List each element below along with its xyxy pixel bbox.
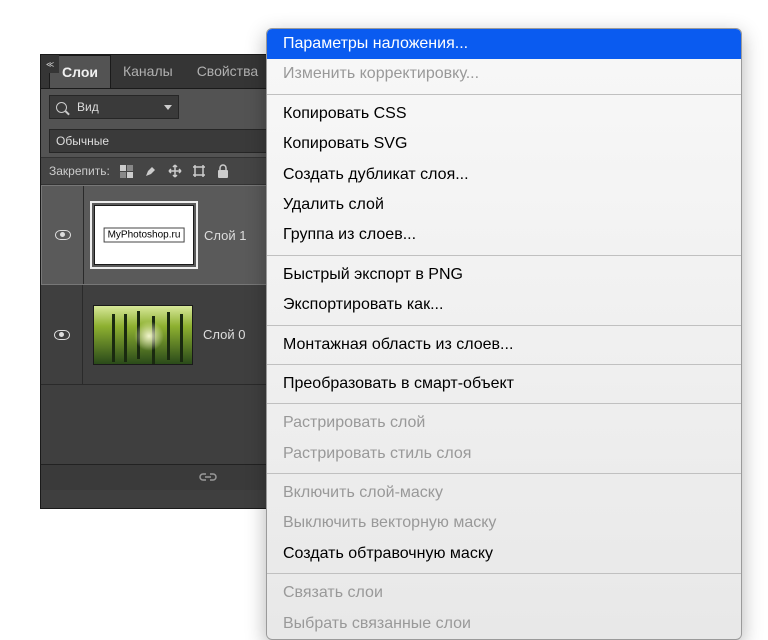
filter-label: Вид [77, 100, 99, 114]
chevron-down-icon [164, 105, 172, 110]
lock-artboard-icon[interactable] [192, 164, 206, 178]
layer-visibility-toggle[interactable] [41, 285, 83, 384]
blend-mode-value: Обычные [56, 134, 109, 148]
menu-item[interactable]: Быстрый экспорт в PNG [267, 260, 741, 290]
menu-separator [267, 573, 741, 574]
menu-item: Связать слои [267, 578, 741, 608]
lock-move-icon[interactable] [168, 164, 182, 178]
layer-thumbnail[interactable]: MyPhotoshop.ru [94, 205, 194, 265]
layer-visibility-toggle[interactable] [42, 186, 84, 284]
menu-separator [267, 325, 741, 326]
menu-item: Выключить векторную маску [267, 508, 741, 538]
menu-item[interactable]: Создать дубликат слоя... [267, 160, 741, 190]
lock-label: Закрепить: [49, 164, 110, 178]
menu-item[interactable]: Создать обтравочную маску [267, 539, 741, 569]
menu-item: Включить слой-маску [267, 478, 741, 508]
layer-context-menu: Параметры наложения...Изменить корректир… [266, 28, 742, 640]
layer-thumbnail[interactable] [93, 305, 193, 365]
menu-item[interactable]: Группа из слоев... [267, 220, 741, 250]
menu-separator [267, 403, 741, 404]
thumb-text: MyPhotoshop.ru [104, 228, 185, 243]
menu-separator [267, 94, 741, 95]
menu-separator [267, 255, 741, 256]
lock-pixels-icon[interactable] [120, 164, 134, 178]
eye-icon [55, 230, 71, 240]
menu-separator [267, 364, 741, 365]
layer-name[interactable]: Слой 1 [204, 228, 246, 243]
blend-mode-dropdown[interactable]: Обычные [49, 129, 269, 153]
collapse-icon[interactable]: ≪ [41, 55, 59, 73]
search-icon [56, 102, 67, 113]
link-icon[interactable] [198, 470, 218, 486]
menu-item: Изменить корректировку... [267, 59, 741, 89]
menu-item: Выбрать связанные слои [267, 609, 741, 639]
lock-all-icon[interactable] [216, 164, 230, 178]
menu-item[interactable]: Экспортировать как... [267, 290, 741, 320]
tab-channels[interactable]: Каналы [111, 55, 185, 88]
layer-name[interactable]: Слой 0 [203, 327, 245, 342]
menu-item: Растрировать слой [267, 408, 741, 438]
menu-separator [267, 473, 741, 474]
tab-properties[interactable]: Свойства [185, 55, 270, 88]
menu-item[interactable]: Копировать SVG [267, 129, 741, 159]
menu-item[interactable]: Копировать CSS [267, 99, 741, 129]
eye-icon [54, 330, 70, 340]
menu-item[interactable]: Удалить слой [267, 190, 741, 220]
lock-brush-icon[interactable] [144, 164, 158, 178]
menu-item: Растрировать стиль слоя [267, 439, 741, 469]
menu-item[interactable]: Преобразовать в смарт-объект [267, 369, 741, 399]
menu-item[interactable]: Параметры наложения... [267, 29, 741, 59]
menu-item[interactable]: Монтажная область из слоев... [267, 330, 741, 360]
filter-type-dropdown[interactable]: Вид [49, 95, 179, 119]
